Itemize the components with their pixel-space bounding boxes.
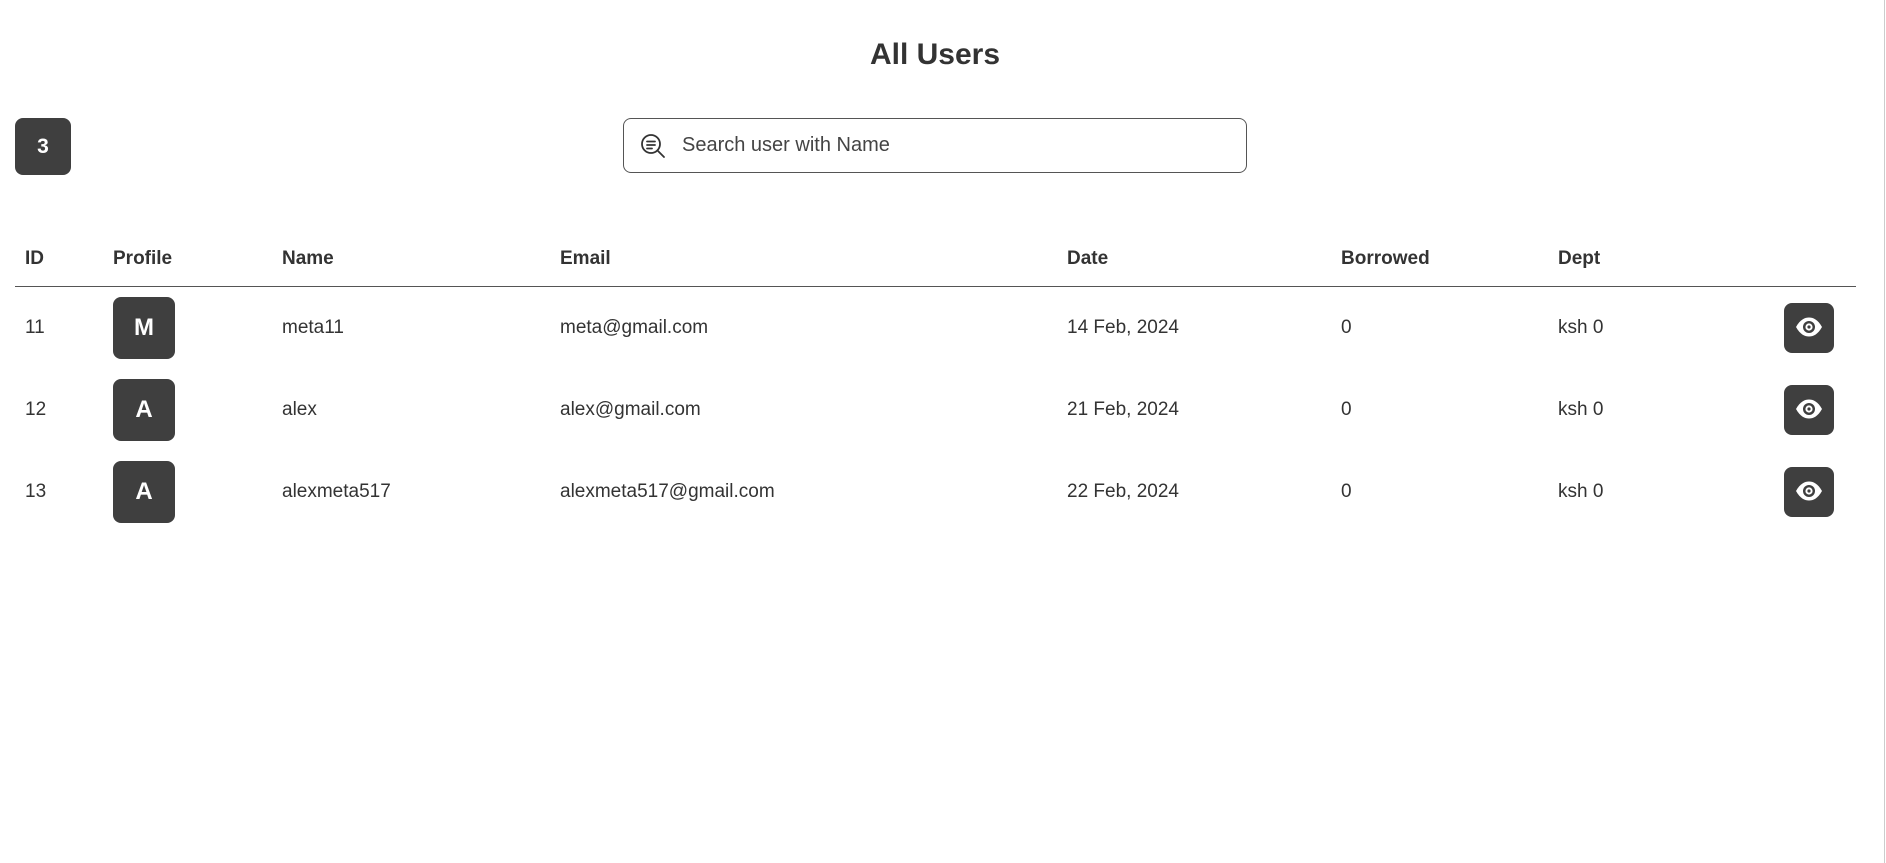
cell-actions	[1716, 451, 1856, 533]
table-row: 11 M meta11 meta@gmail.com 14 Feb, 2024 …	[15, 287, 1856, 370]
cell-email: alexmeta517@gmail.com	[560, 481, 775, 502]
avatar: A	[113, 379, 175, 441]
cell-email: alex@gmail.com	[560, 399, 701, 420]
column-header-id: ID	[15, 232, 103, 287]
cell-id: 11	[25, 317, 45, 338]
column-header-borrowed: Borrowed	[1331, 232, 1548, 287]
column-header-profile: Profile	[103, 232, 272, 287]
cell-profile: A	[103, 369, 272, 451]
search-icon	[638, 131, 668, 161]
column-header-date: Date	[1057, 232, 1331, 287]
cell-name: alexmeta517	[282, 481, 391, 502]
search-box[interactable]	[623, 118, 1247, 173]
cell-date: 21 Feb, 2024	[1067, 399, 1179, 420]
view-user-button[interactable]	[1784, 303, 1834, 353]
cell-borrowed: 0	[1341, 399, 1352, 420]
eye-icon	[1794, 480, 1824, 505]
avatar: M	[113, 297, 175, 359]
cell-actions	[1716, 287, 1856, 370]
table-row: 12 A alex alex@gmail.com 21 Feb, 2024 0 …	[15, 369, 1856, 451]
column-header-dept: Dept	[1548, 232, 1716, 287]
cell-borrowed: 0	[1341, 481, 1352, 502]
table-row: 13 A alexmeta517 alexmeta517@gmail.com 2…	[15, 451, 1856, 533]
cell-dept: ksh 0	[1558, 399, 1604, 420]
users-table: ID Profile Name Email Date Borrowed Dept…	[15, 232, 1856, 533]
table-header-row: ID Profile Name Email Date Borrowed Dept	[15, 232, 1856, 287]
search-input[interactable]	[682, 134, 1246, 157]
eye-icon	[1794, 398, 1824, 423]
cell-dept: ksh 0	[1558, 317, 1604, 338]
cell-email: meta@gmail.com	[560, 317, 709, 338]
column-header-email: Email	[550, 232, 1057, 287]
cell-profile: A	[103, 451, 272, 533]
page-title: All Users	[869, 38, 1001, 71]
user-count-badge: 3	[15, 118, 71, 175]
cell-name: alex	[282, 399, 317, 420]
view-user-button[interactable]	[1784, 385, 1834, 435]
cell-profile: M	[103, 287, 272, 370]
cell-date: 14 Feb, 2024	[1067, 317, 1179, 338]
cell-id: 12	[25, 399, 47, 420]
avatar: A	[113, 461, 175, 523]
cell-borrowed: 0	[1341, 317, 1352, 338]
cell-dept: ksh 0	[1558, 481, 1604, 502]
cell-id: 13	[25, 481, 47, 502]
page-edge-divider	[1884, 0, 1885, 863]
eye-icon	[1794, 316, 1824, 341]
cell-name: meta11	[282, 317, 344, 338]
view-user-button[interactable]	[1784, 467, 1834, 517]
cell-actions	[1716, 369, 1856, 451]
column-header-name: Name	[272, 232, 550, 287]
page: All Users 3 ID Profile Name Email Date B…	[0, 0, 1886, 863]
column-header-actions	[1716, 232, 1856, 287]
cell-date: 22 Feb, 2024	[1067, 481, 1179, 502]
